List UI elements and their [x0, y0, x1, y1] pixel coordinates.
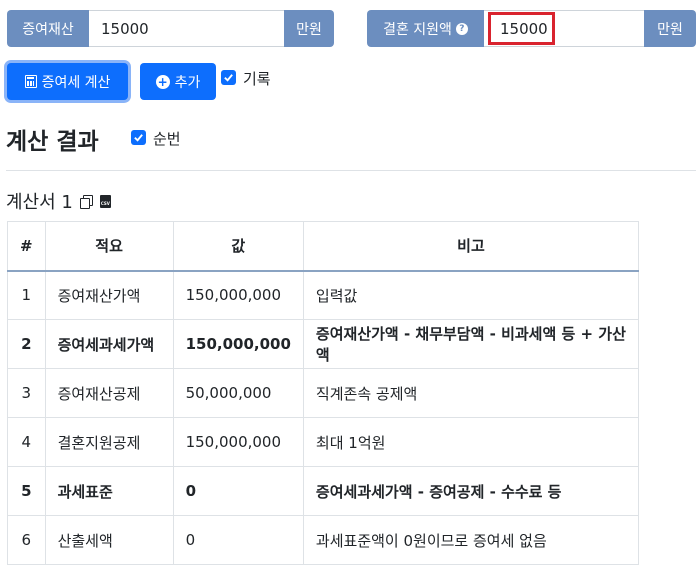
table-row: 1 증여재산가액 150,000,000 입력값: [7, 270, 640, 320]
marriage-support-label: 결혼 지원액 ?: [367, 10, 484, 47]
gift-property-label: 증여재산: [7, 10, 89, 47]
copy-icon[interactable]: [79, 194, 93, 209]
calculate-button-label: 증여세 계산: [41, 74, 111, 91]
row-item: 증여세과세가액: [44, 319, 174, 369]
row-number: 6: [7, 515, 46, 565]
section-divider: [6, 170, 696, 171]
header-value: 값: [172, 221, 304, 272]
row-note: 최대 1억원: [302, 417, 640, 467]
record-checkbox[interactable]: [221, 70, 236, 85]
add-button-label: 추가: [174, 74, 201, 91]
result-title: 계산 결과: [6, 129, 99, 155]
table-row: 2 증여세과세가액 150,000,000 증여재산가액 - 채무부담액 - 비…: [7, 319, 640, 369]
header-item: 적요: [44, 221, 174, 272]
marriage-support-label-text: 결혼 지원액: [383, 21, 452, 38]
row-note: 증여세과세가액 - 증여공제 - 수수료 등: [302, 466, 640, 516]
check-icon: [224, 74, 233, 82]
row-note: 입력값: [302, 270, 640, 320]
row-item: 증여재산가액: [44, 270, 174, 320]
gift-property-unit: 만원: [284, 10, 334, 47]
row-item: 과세표준: [44, 466, 174, 516]
row-note: 과세표준액이 0원이므로 증여세 없음: [302, 515, 640, 565]
sheet-title: 계산서 1 CSV: [6, 188, 111, 214]
row-number: 4: [7, 417, 46, 467]
sheet-title-text: 계산서 1: [6, 192, 73, 213]
table-row: 4 결혼지원공제 150,000,000 최대 1억원: [7, 417, 640, 467]
row-number: 2: [7, 319, 46, 369]
header-number: #: [7, 221, 46, 272]
calculate-gift-tax-button[interactable]: 증여세 계산: [7, 63, 128, 100]
marriage-support-input[interactable]: 15000: [488, 12, 555, 45]
help-icon[interactable]: ?: [455, 22, 468, 35]
order-checkbox[interactable]: [131, 130, 146, 145]
table-row: 5 과세표준 0 증여세과세가액 - 증여공제 - 수수료 등: [7, 466, 640, 516]
csv-file-icon[interactable]: CSV: [99, 194, 111, 208]
table-row: 6 산출세액 0 과세표준액이 0원이므로 증여세 없음: [7, 515, 640, 565]
row-item: 결혼지원공제: [44, 417, 174, 467]
row-item: 증여재산공제: [44, 368, 174, 418]
table-header-row: # 적요 값 비고: [7, 221, 640, 272]
table-row: 3 증여재산공제 50,000,000 직계존속 공제액: [7, 368, 640, 418]
row-value: 150,000,000: [172, 417, 304, 467]
row-number: 3: [7, 368, 46, 418]
row-value: 0: [172, 466, 304, 516]
gift-property-input[interactable]: [89, 10, 284, 47]
plus-circle-icon: +: [155, 74, 170, 89]
row-item: 산출세액: [44, 515, 174, 565]
add-button[interactable]: + 추가: [140, 63, 216, 100]
row-number: 5: [7, 466, 46, 516]
row-note: 직계존속 공제액: [302, 368, 640, 418]
row-value: 50,000,000: [172, 368, 304, 418]
order-checkbox-label: 순번: [153, 130, 181, 148]
header-note: 비고: [302, 221, 640, 272]
row-note: 증여재산가액 - 채무부담액 - 비과세액 등 + 가산액: [302, 319, 640, 369]
row-value: 150,000,000: [172, 319, 304, 369]
calculation-table: # 적요 값 비고 1 증여재산가액 150,000,000 입력값 2 증여세…: [7, 221, 640, 565]
check-icon: [134, 134, 143, 142]
gift-property-input-group: 증여재산 만원: [7, 10, 334, 47]
record-checkbox-label: 기록: [243, 70, 271, 88]
calculator-icon: [24, 75, 37, 88]
marriage-support-unit: 만원: [644, 10, 696, 47]
row-number: 1: [7, 270, 46, 320]
row-value: 0: [172, 515, 304, 565]
row-value: 150,000,000: [172, 270, 304, 320]
